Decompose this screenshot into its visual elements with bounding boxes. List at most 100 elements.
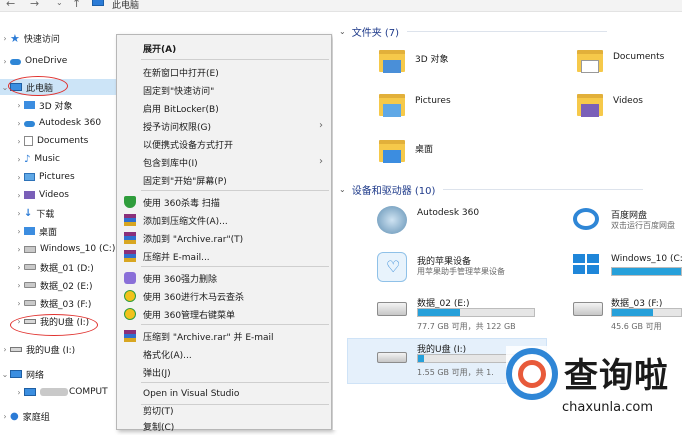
chevron-right-icon[interactable]: › [14, 263, 24, 272]
drive-usage-fill [612, 268, 681, 275]
nav-item-desktop[interactable]: › 桌面 [14, 223, 57, 239]
chevron-right-icon[interactable]: › [14, 281, 24, 290]
nav-network-pc[interactable]: › COMPUT [14, 384, 108, 400]
nav-item-drive-c[interactable]: › Windows_10 (C:) [14, 241, 115, 257]
menu-item-expand[interactable]: 展开(A) [117, 39, 331, 57]
forward-arrow-icon[interactable]: → [30, 0, 39, 10]
chevron-right-icon[interactable]: › [14, 101, 24, 110]
nav-usb-root[interactable]: › 我的U盘 (I:) [0, 341, 75, 357]
folder-icon [577, 50, 603, 73]
nav-quick-access[interactable]: › ★ 快速访问 [0, 30, 60, 46]
nav-label: 网络 [26, 370, 45, 381]
chevron-right-icon[interactable]: › [14, 227, 24, 236]
menu-item-add-archive[interactable]: 添加到压缩文件(A)... [117, 211, 331, 229]
chevron-right-icon[interactable]: › [14, 191, 24, 200]
devices-group-header[interactable]: ⌄ 设备和驱动器 (10) [339, 182, 644, 197]
nav-label: 此电脑 [26, 83, 54, 94]
nav-item-drive-f[interactable]: › 数据_03 (F:) [14, 295, 91, 311]
menu-item-eject[interactable]: 弹出(J) [117, 363, 331, 381]
chevron-right-icon[interactable]: › [14, 299, 24, 308]
device-tile[interactable]: 数据_02 (E:) 77.7 GB 可用，共 122 GB [377, 296, 567, 336]
menu-item-360-delete[interactable]: 使用 360强力删除 [117, 269, 331, 287]
menu-label: 包含到库中(I) [143, 158, 198, 169]
nav-item-videos[interactable]: › Videos [14, 187, 69, 203]
folder-tile[interactable]: Pictures [379, 94, 559, 130]
chevron-down-icon[interactable]: ⌄ [339, 27, 346, 36]
menu-separator [141, 266, 329, 267]
nav-item-3d[interactable]: › 3D 对象 [14, 97, 72, 113]
nav-item-documents[interactable]: › Documents [14, 133, 88, 149]
folder-label: Documents [613, 52, 665, 62]
folders-group-header[interactable]: ⌄ 文件夹 (7) [339, 24, 608, 39]
folder-tile[interactable]: 3D 对象 [379, 50, 559, 86]
chevron-right-icon[interactable]: › [14, 245, 24, 254]
chevron-right-icon[interactable]: › [14, 155, 24, 164]
nav-label: 快速访问 [23, 34, 60, 45]
chevron-right-icon[interactable]: › [14, 209, 24, 218]
nav-item-downloads[interactable]: › ↓ 下载 [14, 205, 54, 221]
chevron-down-icon[interactable]: ⌄ [339, 185, 346, 194]
menu-item-360-trojan[interactable]: 使用 360进行木马云查杀 [117, 287, 331, 305]
picture-icon [383, 104, 401, 117]
nav-label: 桌面 [39, 227, 58, 238]
menu-label: Open in Visual Studio [143, 389, 240, 399]
menu-item-compress-rar-email[interactable]: 压缩到 "Archive.rar" 并 E-mail [117, 327, 331, 345]
folder-tile[interactable]: Videos [577, 94, 682, 130]
chevron-right-icon[interactable]: › [0, 57, 10, 66]
menu-item-grant-access[interactable]: 授予访问权限(G) › [117, 117, 331, 135]
chevron-right-icon[interactable]: › [14, 119, 24, 128]
menu-label: 添加到压缩文件(A)... [143, 216, 228, 227]
menu-item-360-menu[interactable]: 使用 360管理右键菜单 [117, 305, 331, 323]
menu-item-portable-device[interactable]: 以便携式设备方式打开 [117, 135, 331, 153]
nav-network[interactable]: ⌄ 网络 [0, 366, 44, 382]
nav-item-usb[interactable]: › 我的U盘 (I:) [14, 313, 89, 329]
nav-item-drive-e[interactable]: › 数据_02 (E:) [14, 277, 92, 293]
chevron-right-icon[interactable]: › [0, 345, 10, 354]
document-icon [581, 60, 599, 73]
chevron-right-icon[interactable]: › [0, 34, 10, 43]
nav-item-pictures[interactable]: › Pictures [14, 169, 74, 185]
download-icon: ↓ [24, 207, 33, 219]
menu-item-include-library[interactable]: 包含到库中(I) › [117, 153, 331, 171]
chevron-right-icon[interactable]: › [14, 317, 24, 326]
menu-label: 使用 360杀毒 扫描 [143, 198, 220, 209]
chevron-right-icon[interactable]: › [0, 412, 10, 421]
menu-item-open-new-window[interactable]: 在新窗口中打开(E) [117, 63, 331, 81]
menu-item-bitlocker[interactable]: 启用 BitLocker(B) [117, 99, 331, 117]
chevron-right-icon[interactable]: › [14, 137, 24, 146]
device-tile[interactable]: 百度网盘 双击运行百度网盘 [573, 206, 682, 242]
nav-label: COMPUT [69, 387, 108, 397]
nav-label: 下载 [36, 209, 55, 220]
menu-item-360-scan[interactable]: 使用 360杀毒 扫描 [117, 193, 331, 211]
device-tile[interactable]: Autodesk 360 [377, 206, 567, 242]
nav-item-drive-d[interactable]: › 数据_01 (D:) [14, 259, 93, 275]
menu-item-add-archive-rar[interactable]: 添加到 "Archive.rar"(T) [117, 229, 331, 247]
chevron-right-icon[interactable]: › [14, 173, 24, 182]
device-description: 双击运行百度网盘 [611, 221, 675, 230]
device-tile[interactable]: 数据_03 (F:) 45.6 GB 可用 [573, 296, 682, 336]
search-icon [518, 360, 546, 388]
menu-item-pin-start[interactable]: 固定到"开始"屏幕(P) [117, 171, 331, 189]
menu-item-pin-quick-access[interactable]: 固定到"快速访问" [117, 81, 331, 99]
chevron-down-icon[interactable]: ⌄ [0, 370, 10, 379]
device-tile[interactable]: ♡ 我的苹果设备 用苹果助手管理苹果设备 [377, 252, 567, 292]
chevron-down-icon[interactable]: ⌄ [56, 0, 63, 7]
chevron-down-icon[interactable]: ⌄ [0, 83, 10, 92]
device-tile[interactable]: Windows_10 (C:) [573, 252, 682, 292]
3d-objects-icon [24, 101, 35, 109]
folder-tile[interactable]: Documents [577, 50, 682, 86]
nav-homegroup[interactable]: › ● 家庭组 [0, 408, 49, 424]
breadcrumb[interactable]: 此电脑 [112, 0, 139, 11]
nav-item-music[interactable]: › ♪ Music [14, 151, 60, 167]
star-icon: ★ [10, 31, 20, 45]
up-arrow-icon[interactable]: ↑ [72, 0, 81, 10]
nav-onedrive[interactable]: › OneDrive [0, 53, 67, 69]
menu-item-compress-email[interactable]: 压缩并 E-mail... [117, 247, 331, 265]
nav-this-pc[interactable]: ⌄ 此电脑 [0, 79, 120, 95]
back-arrow-icon[interactable]: ← [6, 0, 15, 10]
folder-tile[interactable]: 桌面 [379, 140, 559, 176]
chevron-right-icon[interactable]: › [14, 388, 24, 397]
menu-item-format[interactable]: 格式化(A)... [117, 345, 331, 363]
nav-item-autodesk[interactable]: › Autodesk 360 [14, 115, 101, 131]
menu-item-copy[interactable]: 复制(C) [117, 417, 331, 435]
